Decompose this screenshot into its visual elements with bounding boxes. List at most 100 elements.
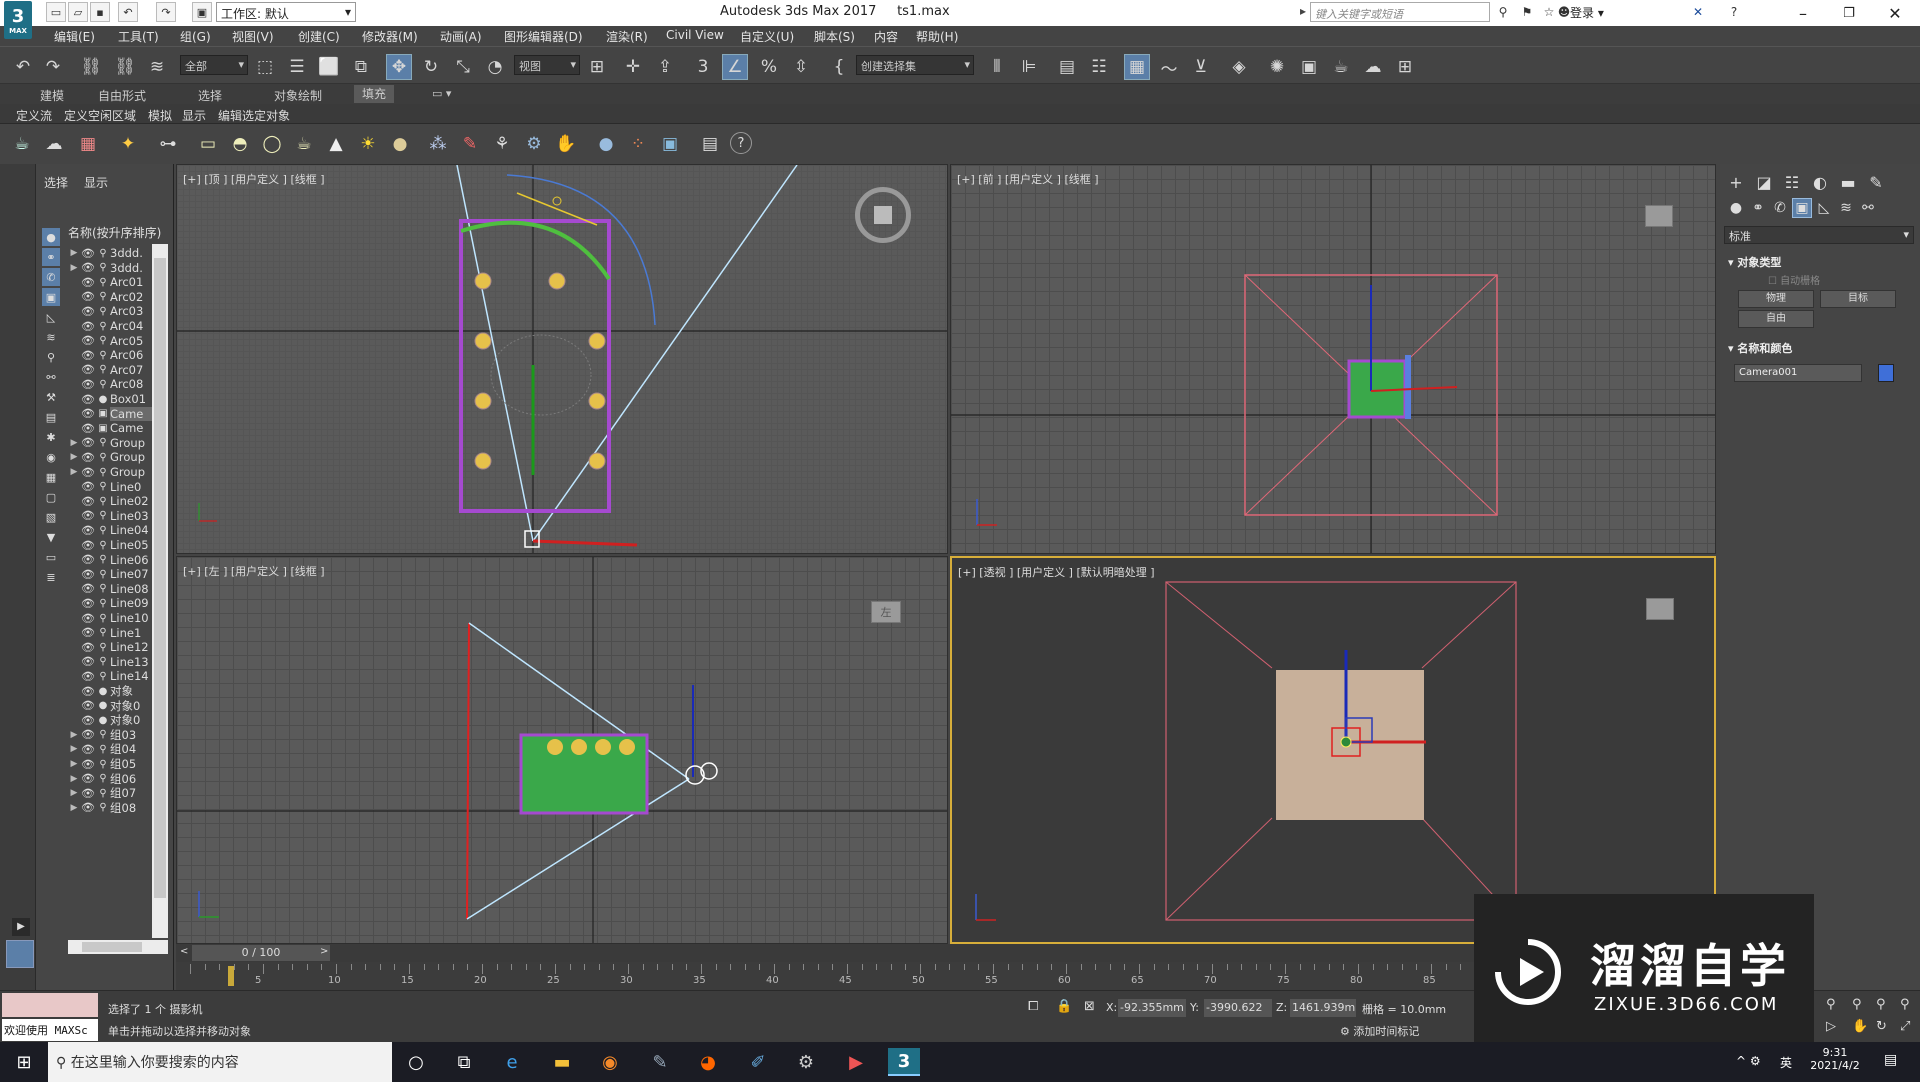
expand-arrow-icon[interactable]: ▶	[68, 452, 80, 462]
subtab-define-idle-areas[interactable]: 定义空闲区域	[64, 107, 136, 124]
visibility-eye-icon[interactable]: 👁	[80, 436, 96, 449]
visibility-eye-icon[interactable]: 👁	[80, 334, 96, 347]
coord-x-field[interactable]: -92.355mm	[1118, 999, 1186, 1017]
expand-arrow-icon[interactable]: ▶	[68, 803, 80, 813]
visibility-eye-icon[interactable]: 👁	[80, 626, 96, 639]
rendered-frame-window-icon[interactable]: ▣	[1296, 54, 1322, 80]
utilities-tab-icon[interactable]: ✎	[1864, 170, 1888, 194]
menu-help[interactable]: 帮助(H)	[916, 28, 958, 45]
category-dropdown[interactable]: 标准 ▾	[1724, 226, 1914, 244]
expand-arrow-icon[interactable]: ▶	[68, 759, 80, 769]
viewport-label[interactable]: [+] [透视 ] [用户定义 ] [默认明暗处理 ]	[958, 564, 1155, 580]
filter-groups-icon[interactable]: ⚲	[42, 348, 60, 366]
selection-lock-icon[interactable]: 🔒	[1056, 999, 1072, 1014]
color-palette-icon[interactable]: ⁘	[626, 132, 650, 156]
lights-icon[interactable]: ✆	[1770, 198, 1790, 218]
cameras-icon[interactable]: ▣	[1792, 198, 1812, 218]
visibility-eye-icon[interactable]: 👁	[80, 261, 96, 274]
next-frame-icon[interactable]: >	[320, 946, 328, 957]
hand-icon[interactable]: ✋	[554, 132, 578, 156]
menu-create[interactable]: 创建(C)	[298, 28, 340, 45]
app-icon-orange[interactable]: ◉	[594, 1048, 626, 1076]
reference-coord-dropdown[interactable]: 视图 ▾	[514, 55, 580, 75]
filter-lights-icon[interactable]: ✆	[42, 268, 60, 286]
filter-xrefs-icon[interactable]: ⚯	[42, 368, 60, 386]
fov-icon[interactable]: ▷	[1826, 1019, 1836, 1034]
visibility-eye-icon[interactable]: 👁	[80, 320, 96, 333]
menu-group[interactable]: 组(G)	[180, 28, 211, 45]
filter-containers-icon[interactable]: ▤	[42, 408, 60, 426]
particles-icon[interactable]: ⁂	[426, 132, 450, 156]
zoom-extents-all-icon[interactable]: ⚲	[1900, 997, 1910, 1012]
redo-icon[interactable]: ↷	[156, 2, 176, 22]
ime-indicator[interactable]: 英	[1780, 1054, 1792, 1071]
spacewarps-icon[interactable]: ≋	[1836, 198, 1856, 218]
visibility-eye-icon[interactable]: 👁	[80, 685, 96, 698]
pivot-center-icon[interactable]: ⊞	[584, 54, 610, 80]
visibility-eye-icon[interactable]: 👁	[80, 495, 96, 508]
isolate-selection-icon[interactable]: ⧠	[1028, 999, 1038, 1014]
zoom-icon[interactable]: ⚲	[1826, 997, 1836, 1012]
expand-arrow-icon[interactable]: ▶	[68, 744, 80, 754]
viewport-label[interactable]: [+] [左 ] [用户定义 ] [线框 ]	[183, 563, 325, 579]
helper-icon[interactable]: ⊶	[156, 132, 180, 156]
percent-snap-icon[interactable]: %	[756, 54, 782, 80]
box-icon[interactable]: ▭	[196, 132, 220, 156]
visibility-eye-icon[interactable]: 👁	[80, 422, 96, 435]
render-setup-icon[interactable]: ✺	[1264, 54, 1290, 80]
visibility-eye-icon[interactable]: 👁	[80, 539, 96, 552]
menu-scripting[interactable]: 脚本(S)	[814, 28, 855, 45]
windows-start-icon[interactable]: ⊞	[8, 1048, 40, 1076]
visibility-eye-icon[interactable]: 👁	[80, 597, 96, 610]
filter-hidden-icon[interactable]: ◉	[42, 448, 60, 466]
autogrid-checkbox[interactable]: ☐ 自动栅格	[1768, 272, 1820, 287]
exchange-apps-icon[interactable]: ✕	[1688, 3, 1708, 21]
toggle-ribbon-icon[interactable]: ▦	[1124, 54, 1150, 80]
expand-arrow-icon[interactable]: ▶	[68, 438, 80, 448]
expand-arrow-icon[interactable]: ▶	[12, 918, 30, 936]
visibility-eye-icon[interactable]: 👁	[80, 276, 96, 289]
filter-geometry-icon[interactable]: ●	[42, 228, 60, 246]
select-scale-icon[interactable]: ⤡	[450, 54, 476, 80]
render-settings-icon[interactable]: ▤	[698, 132, 722, 156]
visibility-eye-icon[interactable]: 👁	[80, 378, 96, 391]
menu-customize[interactable]: 自定义(U)	[740, 28, 794, 45]
visibility-eye-icon[interactable]: 👁	[80, 553, 96, 566]
clock[interactable]: 9:31 2021/4/2	[1800, 1046, 1870, 1072]
save-icon[interactable]: ▪	[90, 2, 110, 22]
visibility-eye-icon[interactable]: 👁	[80, 524, 96, 537]
visibility-eye-icon[interactable]: 👁	[80, 743, 96, 756]
subtab-edit-selected[interactable]: 编辑选定对象	[218, 107, 290, 124]
free-camera-button[interactable]: 自由	[1738, 310, 1814, 328]
tab-object-paint[interactable]: 对象绘制	[274, 87, 322, 104]
angle-snap-icon[interactable]: ∠	[722, 54, 748, 80]
filter-display-icon[interactable]: ▭	[42, 548, 60, 566]
viewcube-face[interactable]	[874, 206, 892, 224]
edge-icon[interactable]: e	[496, 1048, 528, 1076]
visibility-eye-icon[interactable]: 👁	[80, 699, 96, 712]
redo-icon[interactable]: ↷	[40, 54, 66, 80]
filter-none-icon[interactable]: ▢	[42, 488, 60, 506]
visibility-eye-icon[interactable]: 👁	[80, 349, 96, 362]
visibility-eye-icon[interactable]: 👁	[80, 451, 96, 464]
cone-icon[interactable]: ▲	[324, 132, 348, 156]
a360-gallery-icon[interactable]: ⊞	[1392, 54, 1418, 80]
scene-tab-select[interactable]: 选择	[44, 174, 68, 191]
visibility-eye-icon[interactable]: 👁	[80, 363, 96, 376]
spinner-snap-icon[interactable]: ⇳	[788, 54, 814, 80]
snaps-toggle-icon[interactable]: 3	[690, 54, 716, 80]
menu-modifiers[interactable]: 修改器(M)	[362, 28, 418, 45]
shapes-icon[interactable]: ⚭	[1748, 198, 1768, 218]
menu-civil-view[interactable]: Civil View	[666, 28, 724, 42]
help-icon[interactable]: ?	[730, 132, 752, 154]
project-folder-icon[interactable]: ▣	[192, 2, 212, 22]
systems-icon[interactable]: ⚯	[1858, 198, 1878, 218]
select-object-icon[interactable]: ⬚	[252, 54, 278, 80]
app-icon-media[interactable]: ▶	[840, 1048, 872, 1076]
teapot-primitive-icon[interactable]: ☕	[292, 132, 316, 156]
coord-z-field[interactable]: 1461.939m	[1290, 999, 1356, 1017]
minimize-button[interactable]: –	[1780, 0, 1826, 26]
filter-bones-icon[interactable]: ⚒	[42, 388, 60, 406]
time-slider-thumb[interactable]: 0 / 100	[192, 945, 330, 961]
calendar-icon[interactable]: ▦	[76, 132, 100, 156]
